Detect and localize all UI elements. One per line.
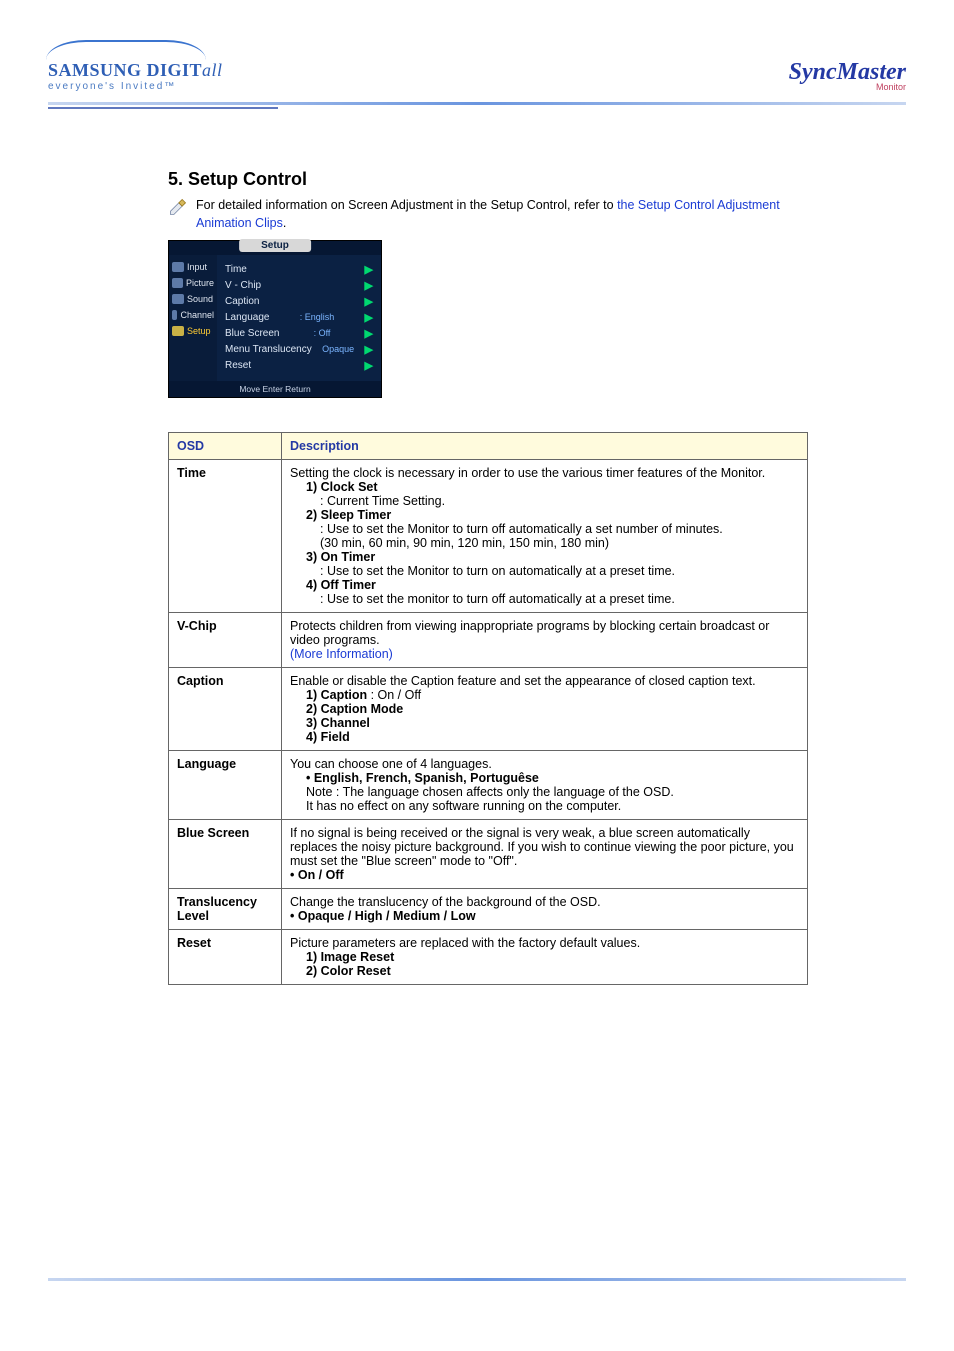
- osd-side-item: Input: [169, 259, 217, 275]
- osd-row: Menu TranslucencyOpaque▶: [225, 341, 373, 357]
- info-row: For detailed information on Screen Adjus…: [168, 196, 808, 232]
- chevron-right-icon: ▶: [365, 359, 373, 372]
- table-row: Caption Enable or disable the Caption fe…: [169, 668, 808, 751]
- osd-table: OSD Description Time Setting the clock i…: [168, 432, 808, 985]
- osd-cell: Caption: [169, 668, 282, 751]
- info-text: For detailed information on Screen Adjus…: [196, 196, 808, 232]
- desc-cell: Enable or disable the Caption feature an…: [282, 668, 808, 751]
- osd-row: V - Chip▶: [225, 277, 373, 293]
- desc-cell: Protects children from viewing inappropr…: [282, 613, 808, 668]
- desc-cell: Change the translucency of the backgroun…: [282, 889, 808, 930]
- table-row: Time Setting the clock is necessary in o…: [169, 460, 808, 613]
- table-row: Language You can choose one of 4 languag…: [169, 751, 808, 820]
- table-row: V-Chip Protects children from viewing in…: [169, 613, 808, 668]
- brand-left: SAMSUNG DIGITall everyone's Invited™: [48, 40, 223, 92]
- osd-cell: Reset: [169, 930, 282, 985]
- desc-cell: Setting the clock is necessary in order …: [282, 460, 808, 613]
- osd-row: Reset▶: [225, 357, 373, 373]
- osd-sidebar: Input Picture Sound Channel Setup: [169, 255, 217, 381]
- header-rule: [48, 102, 906, 105]
- th-description: Description: [282, 433, 808, 460]
- osd-cell: V-Chip: [169, 613, 282, 668]
- brand-tagline: everyone's Invited™: [48, 81, 223, 92]
- osd-side-item-selected: Setup: [169, 323, 217, 339]
- chevron-right-icon: ▶: [365, 343, 373, 356]
- chevron-right-icon: ▶: [365, 327, 373, 340]
- table-header-row: OSD Description: [169, 433, 808, 460]
- desc-cell: If no signal is being received or the si…: [282, 820, 808, 889]
- chevron-right-icon: ▶: [365, 263, 373, 276]
- osd-row: Time▶: [225, 261, 373, 277]
- brand-arc: [46, 40, 206, 60]
- chevron-right-icon: ▶: [365, 311, 373, 324]
- brand-main-ital: all: [202, 60, 223, 80]
- osd-side-item: Channel: [169, 307, 217, 323]
- osd-row: Language: English▶: [225, 309, 373, 325]
- osd-cell: Blue Screen: [169, 820, 282, 889]
- osd-titlebar: Setup: [169, 241, 381, 255]
- chevron-right-icon: ▶: [365, 279, 373, 292]
- osd-screenshot: Setup Input Picture Sound Channel Setup …: [168, 240, 382, 398]
- osd-cell: Time: [169, 460, 282, 613]
- chevron-right-icon: ▶: [365, 295, 373, 308]
- table-row: Translucency Level Change the translucen…: [169, 889, 808, 930]
- brand-right: SyncMaster Monitor: [789, 59, 906, 92]
- osd-title: Setup: [239, 239, 311, 252]
- desc-cell: You can choose one of 4 languages. • Eng…: [282, 751, 808, 820]
- osd-side-item: Picture: [169, 275, 217, 291]
- header-short-rule: [48, 107, 278, 109]
- brand-main-bold: SAMSUNG DIGIT: [48, 60, 202, 80]
- more-info-link[interactable]: (More Information): [290, 647, 393, 661]
- footer-rule: [48, 1278, 906, 1281]
- osd-cell: Language: [169, 751, 282, 820]
- osd-main: Time▶ V - Chip▶ Caption▶ Language: Engli…: [217, 255, 381, 381]
- page-header: SAMSUNG DIGITall everyone's Invited™ Syn…: [48, 40, 906, 92]
- desc-cell: Picture parameters are replaced with the…: [282, 930, 808, 985]
- osd-row: Caption▶: [225, 293, 373, 309]
- osd-cell: Translucency Level: [169, 889, 282, 930]
- osd-side-item: Sound: [169, 291, 217, 307]
- info-suffix: .: [283, 216, 286, 230]
- section-title: 5. Setup Control: [168, 169, 808, 190]
- osd-footer: Move Enter Return: [169, 381, 381, 397]
- info-prefix: For detailed information on Screen Adjus…: [196, 198, 617, 212]
- osd-row: Blue Screen: Off▶: [225, 325, 373, 341]
- table-row: Blue Screen If no signal is being receiv…: [169, 820, 808, 889]
- th-osd: OSD: [169, 433, 282, 460]
- pencil-icon: [168, 197, 188, 217]
- content: 5. Setup Control For detailed informatio…: [168, 169, 808, 985]
- table-row: Reset Picture parameters are replaced wi…: [169, 930, 808, 985]
